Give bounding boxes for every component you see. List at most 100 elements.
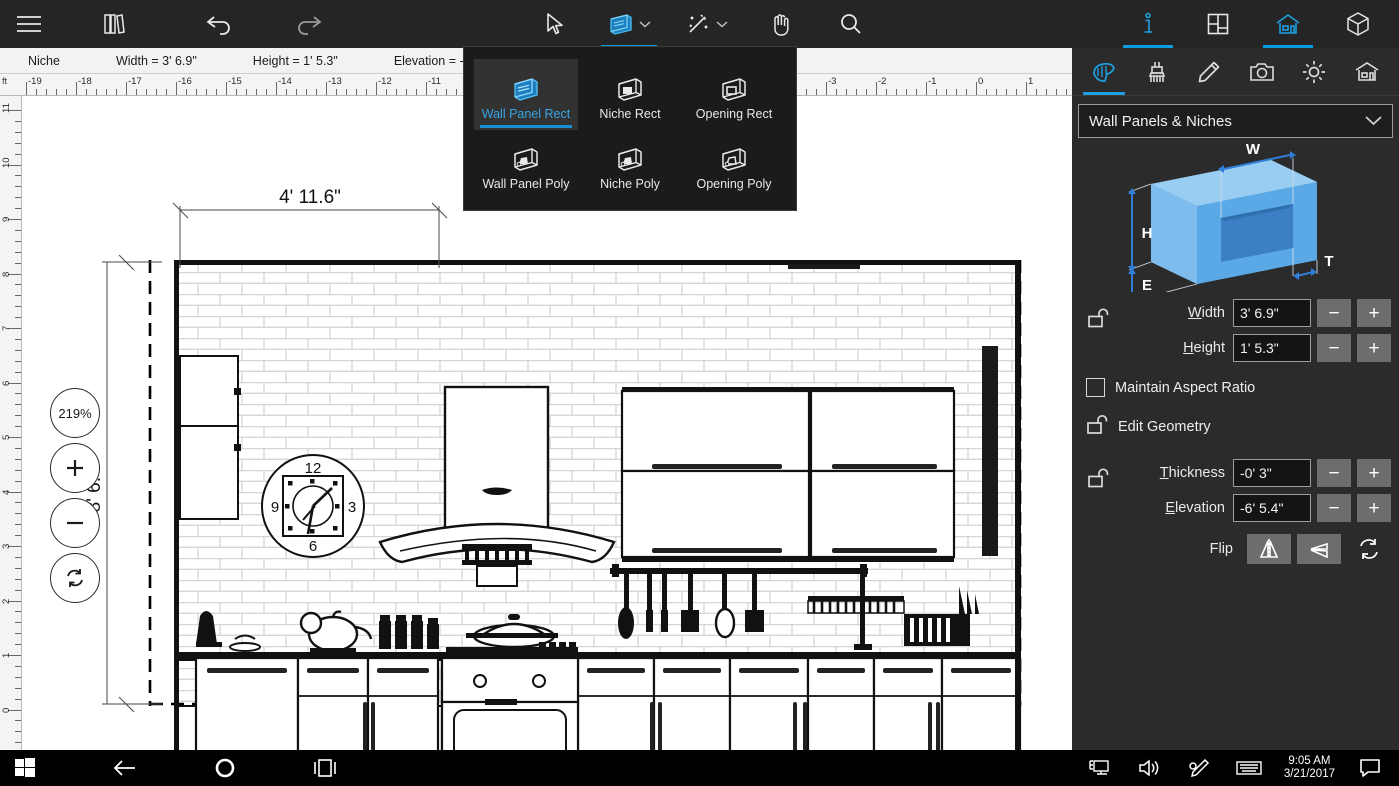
library-icon[interactable] [86,0,142,48]
ruler-label: 9 [1,216,12,222]
edit-tab[interactable] [1186,49,1232,95]
zoom-out-button[interactable] [50,498,100,548]
pen-icon[interactable] [1174,750,1224,786]
flyout-item-opening-rect[interactable]: Opening Rect [682,59,786,130]
flyout-item-wall-panel-rect[interactable]: Wall Panel Rect [474,59,578,130]
width-input[interactable]: 3' 6.9" [1233,299,1311,327]
undo-icon[interactable] [192,0,248,48]
rotate-icon[interactable] [1347,534,1391,564]
niche-poly-icon [615,138,645,172]
ruler-minor-tick [15,633,21,635]
ruler-minor-tick [106,89,107,95]
category-dropdown[interactable]: Wall Panels & Niches [1078,104,1393,138]
elevation-row: Elevation -6' 5.4" − + [1072,494,1399,522]
flyout-item-wall-panel-poly[interactable]: Wall Panel Poly [474,130,578,201]
elevation-lock-icon[interactable] [1086,467,1112,496]
width-decrement-button[interactable]: − [1317,299,1351,327]
menu-icon[interactable] [4,0,54,48]
flyout-item-niche-rect[interactable]: Niche Rect [578,59,682,130]
camera-tab[interactable] [1239,49,1285,95]
back-icon[interactable] [100,750,150,786]
wall-panel-tool[interactable] [590,0,668,48]
ruler-minor-tick [15,295,21,297]
zoom-in-button[interactable] [50,443,100,493]
elevation-input[interactable]: -6' 5.4" [1233,494,1311,522]
ruler-minor-tick [156,89,157,95]
height-decrement-button[interactable]: − [1317,334,1351,362]
aspect-lock-icon[interactable] [1086,307,1112,336]
task-view-icon[interactable] [300,750,350,786]
magic-wand-tool[interactable] [668,0,746,48]
ruler-minor-tick [46,89,47,95]
elevation-decrement-button[interactable]: − [1317,494,1351,522]
info-view[interactable] [1113,0,1183,48]
flyout-label: Opening Rect [695,106,773,121]
chevron-down-icon[interactable] [639,15,651,33]
ruler-minor-tick [896,89,897,95]
height-input[interactable]: 1' 5.3" [1233,334,1311,362]
ruler-minor-tick [15,208,21,210]
ruler-minor-tick [15,480,21,482]
elevation-label: Elevation [1165,500,1225,516]
height-increment-button[interactable]: + [1357,334,1391,362]
svg-text:12: 12 [305,460,322,477]
pan-tool[interactable] [746,0,816,48]
thickness-decrement-button[interactable]: − [1317,459,1351,487]
zoom-tool[interactable] [816,0,886,48]
materials-tab[interactable] [1134,49,1180,95]
reset-view-icon[interactable] [50,553,100,603]
vertical-ruler[interactable]: 11 10 9 8 7 6 5 4 3 2 1 0 [0,96,22,750]
network-icon[interactable] [1074,750,1124,786]
maintain-aspect-ratio-row[interactable]: Maintain Aspect Ratio [1072,378,1399,397]
ruler-minor-tick [15,197,21,199]
maintain-aspect-ratio-checkbox[interactable] [1086,378,1105,397]
width-increment-button[interactable]: + [1357,299,1391,327]
ruler-minor-tick [236,89,237,95]
floorplan-view[interactable] [1183,0,1253,48]
ruler-minor-tick [946,89,947,95]
volume-icon[interactable] [1124,750,1174,786]
ruler-minor-tick [15,622,21,624]
elevation-increment-button[interactable]: + [1357,494,1391,522]
ruler-minor-tick [146,89,147,95]
chevron-down-icon[interactable] [716,15,728,33]
chevron-down-icon[interactable] [1365,113,1382,130]
flyout-item-opening-poly[interactable]: Opening Poly [682,130,786,201]
elevation-view[interactable] [1253,0,1323,48]
wall-panel-rect-icon [511,68,541,102]
zoom-level-display[interactable]: 219% [50,388,100,438]
action-center-icon[interactable] [1345,750,1395,786]
toolbar-left-group [0,0,336,48]
keyboard-icon[interactable] [1224,750,1274,786]
thickness-input[interactable]: -0' 3" [1233,459,1311,487]
ruler-label: -11 [428,76,442,87]
select-tool[interactable] [520,0,590,48]
toolbar-right-group [1113,0,1393,48]
properties-tab[interactable] [1081,49,1127,95]
edit-geometry-row[interactable]: Edit Geometry [1072,413,1399,441]
clock-date: 3/21/2017 [1283,768,1335,780]
flip-vertical-icon[interactable] [1297,534,1341,564]
start-icon[interactable] [0,750,50,786]
preview-label-t: T [1324,253,1333,270]
flyout-item-niche-poly[interactable]: Niche Poly [578,130,682,201]
opening-poly-icon [719,138,749,172]
taskbar-clock[interactable]: 9:05 AM 3/21/2017 [1274,755,1345,781]
ruler-minor-tick [256,89,257,95]
ruler-minor-tick [15,360,21,362]
building-tab[interactable] [1344,49,1390,95]
lighting-tab[interactable] [1291,49,1337,95]
ruler-minor-tick [1016,89,1017,95]
redo-icon[interactable] [280,0,336,48]
thickness-increment-button[interactable]: + [1357,459,1391,487]
ruler-label: -18 [78,76,92,87]
cortana-icon[interactable] [200,750,250,786]
height-label: Height [1183,340,1225,356]
3d-view[interactable] [1323,0,1393,48]
edit-geometry-lock-icon[interactable] [1085,413,1111,441]
ruler-minor-tick [136,89,137,95]
svg-text:3: 3 [348,499,356,516]
flip-horizontal-icon[interactable] [1247,534,1291,564]
ruler-label: 2 [1,598,12,604]
ruler-unit-label: ft [2,76,8,86]
